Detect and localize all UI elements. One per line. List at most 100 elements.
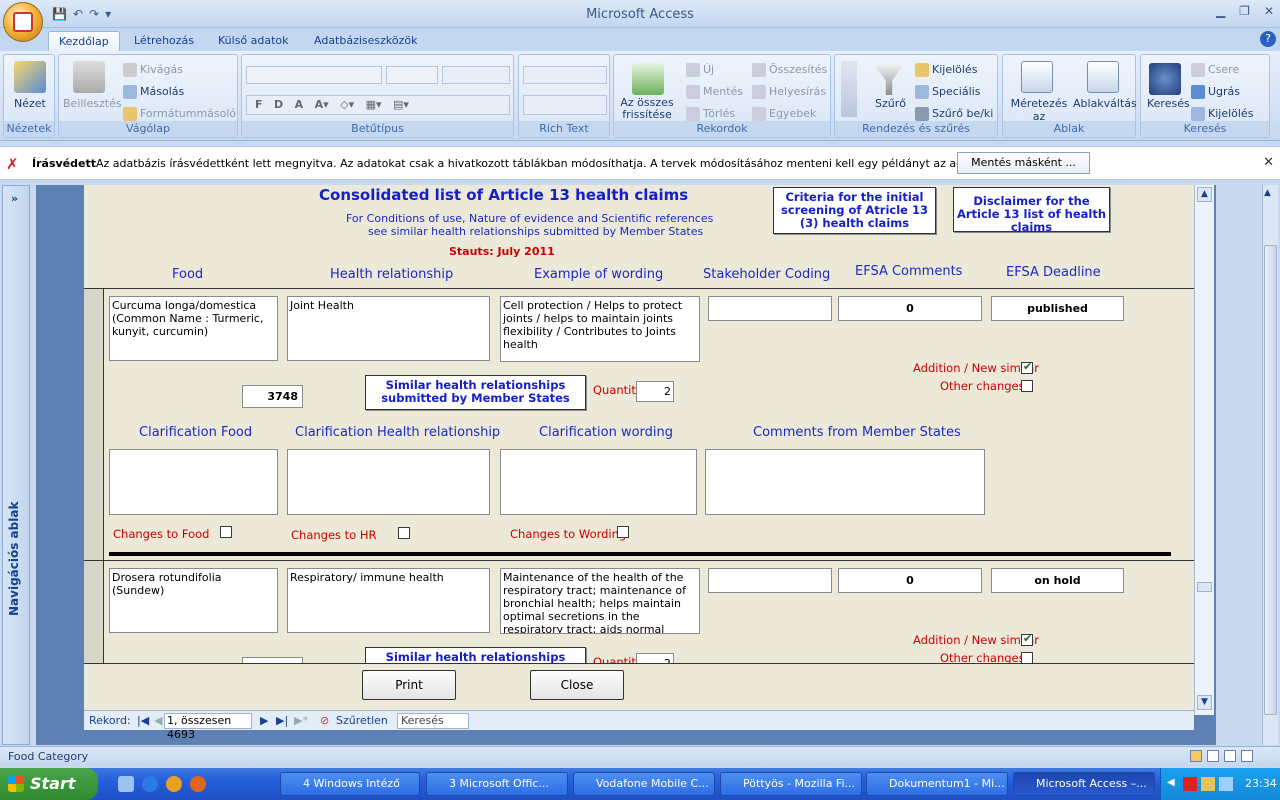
refresh-all-button[interactable]: Az összes frissítése xyxy=(618,97,676,121)
indent-buttons[interactable] xyxy=(523,66,607,84)
restore-icon[interactable]: ❐ xyxy=(1239,4,1250,18)
font-name-select[interactable] xyxy=(246,66,382,84)
font-format-buttons[interactable]: F D A A▾ ◇▾ ▦▾ ▤▾ xyxy=(246,95,510,115)
health-field-2[interactable]: Respiratory/ immune health xyxy=(287,568,490,633)
efsa-comments-field[interactable]: 0 xyxy=(838,296,982,321)
clarification-health-field[interactable] xyxy=(287,449,490,515)
select-button[interactable]: Kijelölés xyxy=(1208,107,1253,120)
addition-checkbox[interactable] xyxy=(1021,360,1033,374)
spelling-button[interactable]: Helyesírás xyxy=(769,85,826,98)
clarification-food-field[interactable] xyxy=(109,449,278,515)
tab-external-data[interactable]: Külső adatok xyxy=(208,31,299,52)
datasheet-view-icon[interactable] xyxy=(1207,750,1219,762)
efsa-deadline-field[interactable]: published xyxy=(991,296,1124,321)
changes-hr-checkbox[interactable] xyxy=(398,527,410,539)
member-comments-field[interactable] xyxy=(705,449,985,515)
task-word[interactable]: Dokumentum1 - Mi... xyxy=(866,772,1008,796)
task-explorer[interactable]: 4 Windows Intéző xyxy=(280,772,420,796)
totals-button[interactable]: Összesítés xyxy=(769,63,827,76)
paste-button[interactable]: Beillesztés xyxy=(63,97,122,110)
new-record-button[interactable]: Új xyxy=(703,63,714,76)
close-button[interactable]: Close xyxy=(530,670,624,700)
form-scrollbar[interactable]: ▲ ▼ xyxy=(1194,185,1214,715)
task-access[interactable]: Microsoft Access –... xyxy=(1013,772,1155,796)
layout-view-icon[interactable] xyxy=(1224,750,1236,762)
similar-relationships-button[interactable]: Similar health relationships submitted b… xyxy=(365,375,586,410)
cut-button[interactable]: Kivágás xyxy=(140,63,183,76)
efsa-comments-field-2[interactable]: 0 xyxy=(838,568,982,593)
addition-checkbox-2[interactable] xyxy=(1021,632,1033,646)
task-vodafone[interactable]: Vodafone Mobile C... xyxy=(573,772,715,796)
ie-icon[interactable] xyxy=(142,776,158,792)
new-record-nav-icon[interactable]: ▶* xyxy=(294,714,308,727)
align-buttons[interactable] xyxy=(442,66,510,84)
help-icon[interactable]: ? xyxy=(1260,31,1276,47)
stakeholder-field-2[interactable] xyxy=(708,568,832,593)
wording-field-2[interactable]: Maintenance of the health of the respira… xyxy=(500,568,700,634)
media-icon[interactable] xyxy=(166,776,182,792)
minimize-icon[interactable]: ▁ xyxy=(1216,4,1225,18)
outer-scroll-thumb[interactable] xyxy=(1264,245,1277,715)
tab-home[interactable]: Kezdőlap xyxy=(48,31,120,52)
disclaimer-button[interactable]: Disclaimer for the Article 13 list of he… xyxy=(953,187,1110,234)
switch-window-button[interactable]: Ablakváltás xyxy=(1073,97,1137,110)
record-selector[interactable] xyxy=(84,289,104,663)
copy-button[interactable]: Másolás xyxy=(140,85,184,98)
filter-button[interactable]: Szűrő xyxy=(875,97,906,110)
tray-expand-icon[interactable]: ◀ xyxy=(1167,777,1175,788)
list-buttons[interactable] xyxy=(523,95,607,115)
print-button[interactable]: Print xyxy=(362,670,456,700)
desktop-icon[interactable] xyxy=(118,776,134,792)
quantity-field[interactable]: 2 xyxy=(636,381,674,402)
view-button[interactable]: Nézet xyxy=(14,97,46,110)
save-as-button[interactable]: Mentés másként ... xyxy=(957,152,1090,174)
save-record-button[interactable]: Mentés xyxy=(703,85,743,98)
goto-button[interactable]: Ugrás xyxy=(1208,85,1240,98)
task-firefox[interactable]: Pöttyös - Mozilla Fi... xyxy=(720,772,862,796)
health-field[interactable]: Joint Health xyxy=(287,296,490,361)
search-field[interactable]: Keresés xyxy=(397,713,469,729)
toggle-filter-button[interactable]: Szűrő be/ki xyxy=(932,107,993,120)
outer-scrollbar[interactable]: ▲ xyxy=(1262,185,1278,745)
changes-wording-checkbox[interactable] xyxy=(617,526,629,538)
delete-record-button[interactable]: Törlés xyxy=(703,107,735,120)
expand-nav-icon[interactable]: » xyxy=(11,192,18,205)
firefox-icon[interactable] xyxy=(190,776,206,792)
office-button[interactable] xyxy=(3,2,43,42)
tab-database-tools[interactable]: Adatbáziseszközök xyxy=(304,31,428,52)
tab-create[interactable]: Létrehozás xyxy=(124,31,204,52)
scroll-up-icon[interactable]: ▲ xyxy=(1197,187,1212,202)
start-button[interactable]: Start xyxy=(0,768,98,800)
form-view-icon[interactable] xyxy=(1190,750,1202,762)
food-field-2[interactable]: Drosera rotundifolia (Sundew) xyxy=(109,568,278,633)
find-button[interactable]: Keresés xyxy=(1147,97,1190,110)
design-view-icon[interactable] xyxy=(1241,750,1253,762)
filter-status[interactable]: Szűretlen xyxy=(336,714,388,727)
tray-network-icon[interactable] xyxy=(1201,777,1215,791)
next-record-icon[interactable]: ▶ xyxy=(260,714,268,727)
tray-volume-icon[interactable] xyxy=(1219,777,1233,791)
more-button[interactable]: Egyebek xyxy=(769,107,816,120)
wording-field[interactable]: Cell protection / Helps to protect joint… xyxy=(500,296,700,362)
stakeholder-field[interactable] xyxy=(708,296,832,321)
selection-button[interactable]: Kijelölés xyxy=(932,63,977,76)
criteria-button[interactable]: Criteria for the initial screening of At… xyxy=(773,187,936,234)
replace-button[interactable]: Csere xyxy=(1208,63,1239,76)
scroll-down-icon[interactable]: ▼ xyxy=(1197,695,1212,710)
navigation-pane[interactable]: » Navigációs ablak xyxy=(2,185,30,745)
last-record-icon[interactable]: ▶| xyxy=(276,714,288,727)
close-message-icon[interactable]: ✕ xyxy=(1263,155,1274,170)
format-painter-button[interactable]: Formátummásoló xyxy=(140,107,236,120)
tray-app-icon[interactable] xyxy=(1183,777,1197,791)
prev-record-icon[interactable]: ◀ xyxy=(154,714,162,727)
task-office[interactable]: 3 Microsoft Offic... xyxy=(426,772,568,796)
record-id-field[interactable]: 3748 xyxy=(242,385,303,408)
clarification-wording-field[interactable] xyxy=(500,449,697,515)
food-field[interactable]: Curcuma longa/domestica (Common Name : T… xyxy=(109,296,278,361)
first-record-icon[interactable]: |◀ xyxy=(137,714,149,727)
advanced-filter-button[interactable]: Speciális xyxy=(932,85,980,98)
record-position-field[interactable]: 1, összesen 4693 xyxy=(164,713,252,741)
efsa-deadline-field-2[interactable]: on hold xyxy=(991,568,1124,593)
scroll-thumb[interactable] xyxy=(1197,582,1212,592)
outer-scroll-up-icon[interactable]: ▲ xyxy=(1264,188,1271,198)
